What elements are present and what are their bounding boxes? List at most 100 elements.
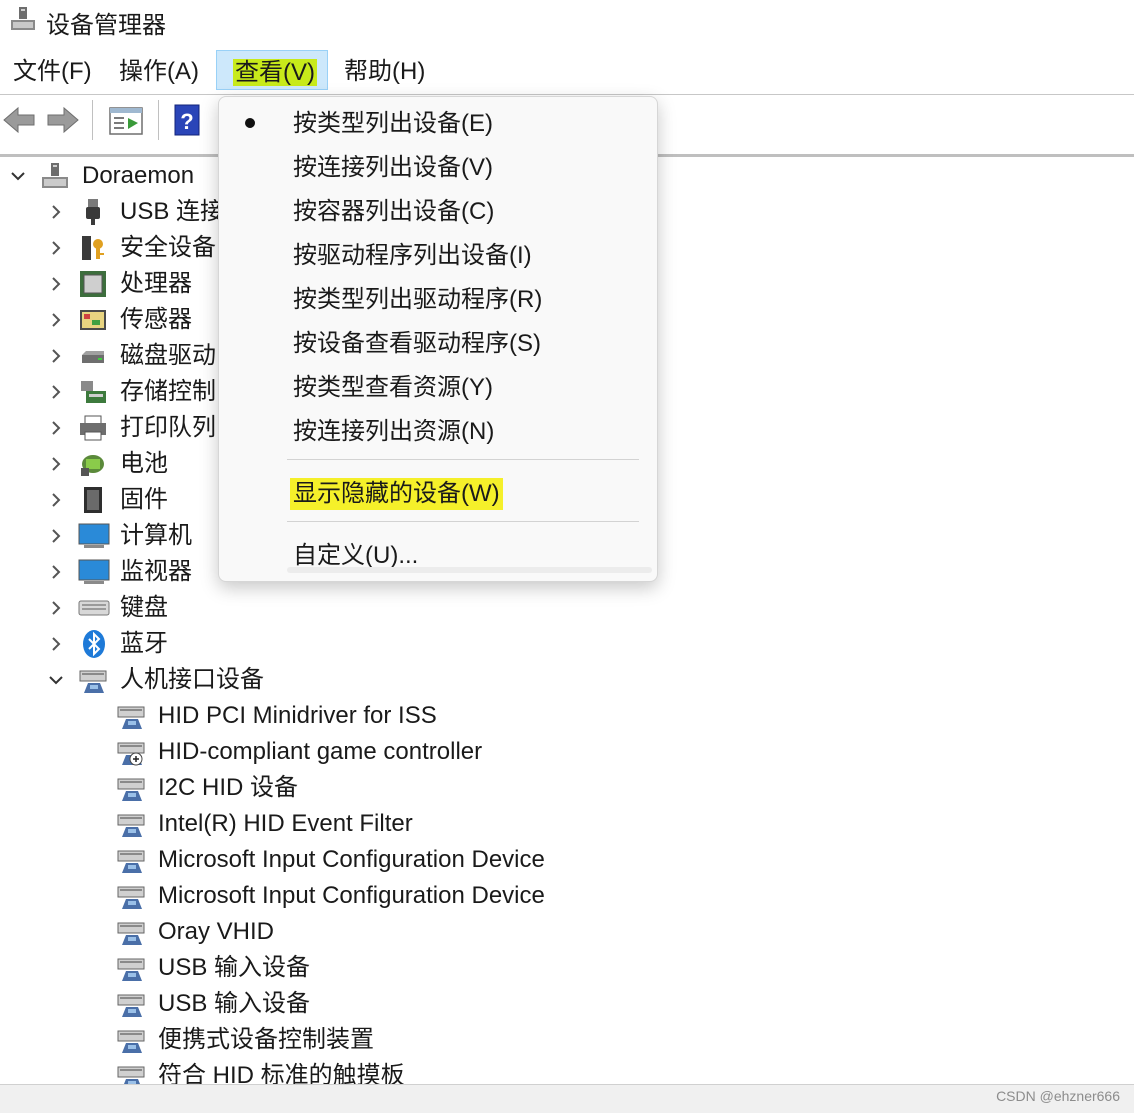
view-menu-item-label: 按类型列出设备(E) <box>293 110 493 137</box>
back-arrow-icon[interactable] <box>2 102 36 138</box>
game-controller-device-icon <box>117 742 145 766</box>
hid-device-icon <box>117 1030 145 1053</box>
horizontal-scrollbar[interactable] <box>0 1084 1134 1113</box>
sensor-icon <box>80 310 106 330</box>
menu-view[interactable]: 查看(V) <box>216 50 328 90</box>
hid-device-icon <box>117 850 145 873</box>
tree-category-expanded[interactable]: 人机接口设备 <box>0 662 1134 698</box>
menu-help[interactable]: 帮助(H) <box>334 50 435 90</box>
view-menu-item[interactable]: 按连接列出资源(N) <box>219 412 657 452</box>
view-menu-item[interactable]: 按容器列出设备(C) <box>219 192 657 232</box>
menu-file[interactable]: 文件(F) <box>3 50 102 90</box>
tree-device-label: USB 输入设备 <box>158 990 311 1017</box>
tree-category-label: USB 连接 <box>120 198 225 225</box>
hid-device-icon <box>117 814 145 837</box>
chevron-right-icon[interactable] <box>47 491 65 509</box>
chevron-down-icon[interactable] <box>47 671 65 689</box>
svg-text:?: ? <box>180 109 193 134</box>
help-icon[interactable]: ? <box>172 102 202 138</box>
watermark: CSDN @ehzner666 <box>996 1088 1120 1104</box>
radio-bullet-icon <box>245 118 255 128</box>
tree-category-label: 安全设备 <box>120 234 216 261</box>
tree-device[interactable]: Intel(R) HID Event Filter <box>0 806 1134 842</box>
view-menu-item-label: 按连接列出设备(V) <box>293 154 493 181</box>
view-menu-item[interactable]: 按类型列出设备(E) <box>219 104 657 144</box>
menu-action[interactable]: 操作(A) <box>109 50 209 90</box>
view-menu-item[interactable]: 按类型列出驱动程序(R) <box>219 280 657 320</box>
view-menu-item-label: 按驱动程序列出设备(I) <box>293 242 532 269</box>
tree-device-label: Oray VHID <box>158 918 275 945</box>
keyboard-icon <box>78 600 110 616</box>
toolbar-separator <box>92 100 93 140</box>
usb-plug-icon <box>86 199 100 225</box>
tree-device-label: HID PCI Minidriver for ISS <box>158 702 437 729</box>
hid-device-icon <box>117 778 145 801</box>
properties-panel-icon[interactable] <box>108 102 144 138</box>
computer-tower-icon <box>42 163 68 188</box>
tree-device[interactable]: USB 输入设备 <box>0 950 1134 986</box>
tree-device[interactable]: HID-compliant game controller <box>0 734 1134 770</box>
view-menu-item[interactable]: 按驱动程序列出设备(I) <box>219 236 657 276</box>
hid-device-icon <box>117 1066 145 1084</box>
tree-device-label: I2C HID 设备 <box>158 774 299 801</box>
tree-device-label: 便携式设备控制装置 <box>158 1026 374 1053</box>
chevron-right-icon[interactable] <box>47 239 65 257</box>
chevron-right-icon[interactable] <box>47 347 65 365</box>
disk-drive-icon <box>82 351 104 363</box>
chevron-right-icon[interactable] <box>47 383 65 401</box>
hid-device-icon <box>117 994 145 1017</box>
menu-separator <box>287 459 639 460</box>
chevron-right-icon[interactable] <box>47 311 65 329</box>
tree-category-label: 人机接口设备 <box>120 666 264 693</box>
tree-device[interactable]: Oray VHID <box>0 914 1134 950</box>
chevron-right-icon[interactable] <box>47 527 65 545</box>
processor-chip-icon <box>80 271 106 297</box>
title-bar: 设备管理器 <box>0 0 1134 40</box>
tree-category-label: 打印队列 <box>120 414 216 441</box>
tree-device-label: Microsoft Input Configuration Device <box>158 882 545 909</box>
tree-category-label: 计算机 <box>120 522 192 549</box>
chevron-right-icon[interactable] <box>47 599 65 617</box>
hid-device-icon <box>117 886 145 909</box>
tree-category-label: 蓝牙 <box>120 630 168 657</box>
menu-bottom-edge <box>287 567 652 573</box>
view-menu-item-label: 按设备查看驱动程序(S) <box>293 330 541 357</box>
tree-category[interactable]: 蓝牙 <box>0 626 1134 662</box>
tree-device[interactable]: Microsoft Input Configuration Device <box>0 878 1134 914</box>
view-menu-item[interactable]: 按设备查看驱动程序(S) <box>219 324 657 364</box>
printer-icon <box>80 415 106 441</box>
chevron-right-icon[interactable] <box>47 203 65 221</box>
tree-device-label: Microsoft Input Configuration Device <box>158 846 545 873</box>
hid-icon <box>79 670 107 693</box>
firmware-icon <box>84 487 102 513</box>
tree-device[interactable]: HID PCI Minidriver for ISS <box>0 698 1134 734</box>
tree-device[interactable]: I2C HID 设备 <box>0 770 1134 806</box>
tree-category[interactable]: 键盘 <box>0 590 1134 626</box>
security-key-icon <box>82 236 104 260</box>
tree-device-label: 符合 HID 标准的触摸板 <box>158 1062 405 1084</box>
toolbar-separator <box>158 100 159 140</box>
chevron-down-icon[interactable] <box>9 167 27 185</box>
chevron-right-icon[interactable] <box>47 419 65 437</box>
view-menu-item-label: 按容器列出设备(C) <box>293 198 495 225</box>
tree-device[interactable]: Microsoft Input Configuration Device <box>0 842 1134 878</box>
tree-device[interactable]: USB 输入设备 <box>0 986 1134 1022</box>
show-hidden-devices-item[interactable]: 显示隐藏的设备(W) <box>219 474 657 514</box>
tree-device[interactable]: 便携式设备控制装置 <box>0 1022 1134 1058</box>
chevron-right-icon[interactable] <box>47 563 65 581</box>
tree-category-label: 固件 <box>120 486 168 513</box>
view-menu-item[interactable]: 按类型查看资源(Y) <box>219 368 657 408</box>
tree-category-label: 存储控制 <box>120 378 216 405</box>
show-hidden-devices-label: 显示隐藏的设备(W) <box>290 478 503 510</box>
hid-device-icon <box>117 958 145 981</box>
chevron-right-icon[interactable] <box>47 635 65 653</box>
menu-view-label: 查看(V) <box>233 59 317 86</box>
forward-arrow-icon[interactable] <box>46 102 80 138</box>
view-menu-item[interactable]: 按连接列出设备(V) <box>219 148 657 188</box>
tree-device[interactable]: 符合 HID 标准的触摸板 <box>0 1058 1134 1084</box>
tree-category-label: 处理器 <box>120 270 192 297</box>
tree-category-label: 电池 <box>120 450 168 477</box>
chevron-right-icon[interactable] <box>47 275 65 293</box>
chevron-right-icon[interactable] <box>47 455 65 473</box>
tree-category-label: 传感器 <box>120 306 192 333</box>
